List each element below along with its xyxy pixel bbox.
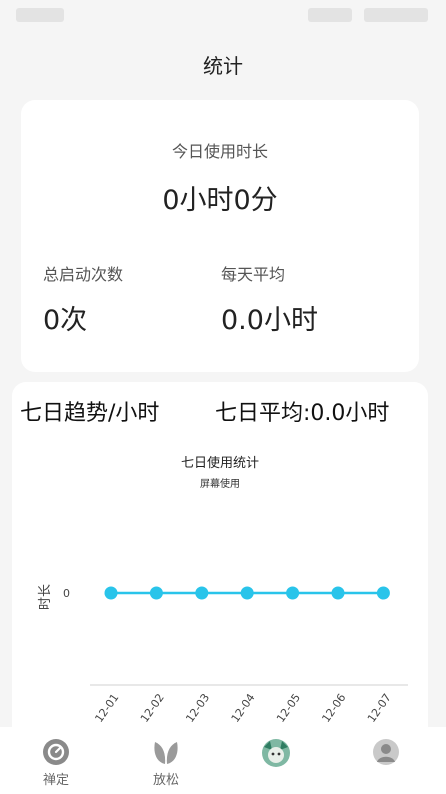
stats-avatar-icon: [262, 739, 290, 767]
profile-avatar-icon: [373, 739, 399, 765]
tab-stats[interactable]: [226, 727, 326, 794]
x-tick-label-12-05: 12-05: [274, 691, 303, 725]
tab-relax[interactable]: 放松: [116, 727, 216, 794]
today-usage-card: 今日使用时长 0小时0分 总启动次数 0次 每天平均 0.0小时: [21, 100, 419, 372]
x-tick-label-12-04: 12-04: [229, 691, 258, 725]
x-tick-label-12-01: 12-01: [92, 691, 121, 725]
status-signal-blurred: [308, 8, 352, 22]
tab-meditation-label: 禅定: [42, 773, 69, 788]
data-point-12-03: [195, 586, 209, 600]
status-battery-blurred: [364, 8, 428, 22]
bottom-tab-bar: 禅定 放松: [0, 727, 446, 794]
status-bar: [0, 0, 446, 30]
y-axis-label: 时长: [38, 584, 53, 610]
today-usage-value: 0小时0分: [162, 185, 278, 216]
data-point-12-04: [240, 586, 254, 600]
today-usage-label: 今日使用时长: [171, 142, 268, 161]
tab-profile[interactable]: [336, 727, 436, 794]
total-launches-label: 总启动次数: [43, 265, 124, 284]
x-tick-label-12-07: 12-07: [365, 691, 394, 725]
y-tick-label: 0: [63, 587, 70, 600]
weekly-usage-chart: 时长 0 12-01 12-02 12-03 12-04 12-05 12-06 12-07: [38, 584, 408, 725]
leaf-icon: [154, 742, 178, 764]
daily-average-label: 每天平均: [221, 265, 286, 284]
tab-meditation[interactable]: 禅定: [6, 727, 106, 794]
x-tick-label-12-02: 12-02: [138, 691, 167, 725]
status-time-blurred: [16, 8, 64, 22]
page-title: 统计: [203, 54, 243, 78]
total-launches-value: 0次: [43, 305, 88, 336]
data-point-12-02: [149, 586, 163, 600]
x-tick-label-12-06: 12-06: [319, 691, 348, 725]
timer-icon: [43, 739, 69, 765]
data-point-12-01: [104, 586, 118, 600]
x-tick-label-12-03: 12-03: [183, 691, 212, 725]
daily-average-value: 0.0小时: [221, 305, 318, 336]
data-point-12-05: [286, 586, 300, 600]
tab-relax-label: 放松: [152, 773, 179, 788]
data-point-12-07: [376, 586, 390, 600]
data-point-12-06: [331, 586, 345, 600]
